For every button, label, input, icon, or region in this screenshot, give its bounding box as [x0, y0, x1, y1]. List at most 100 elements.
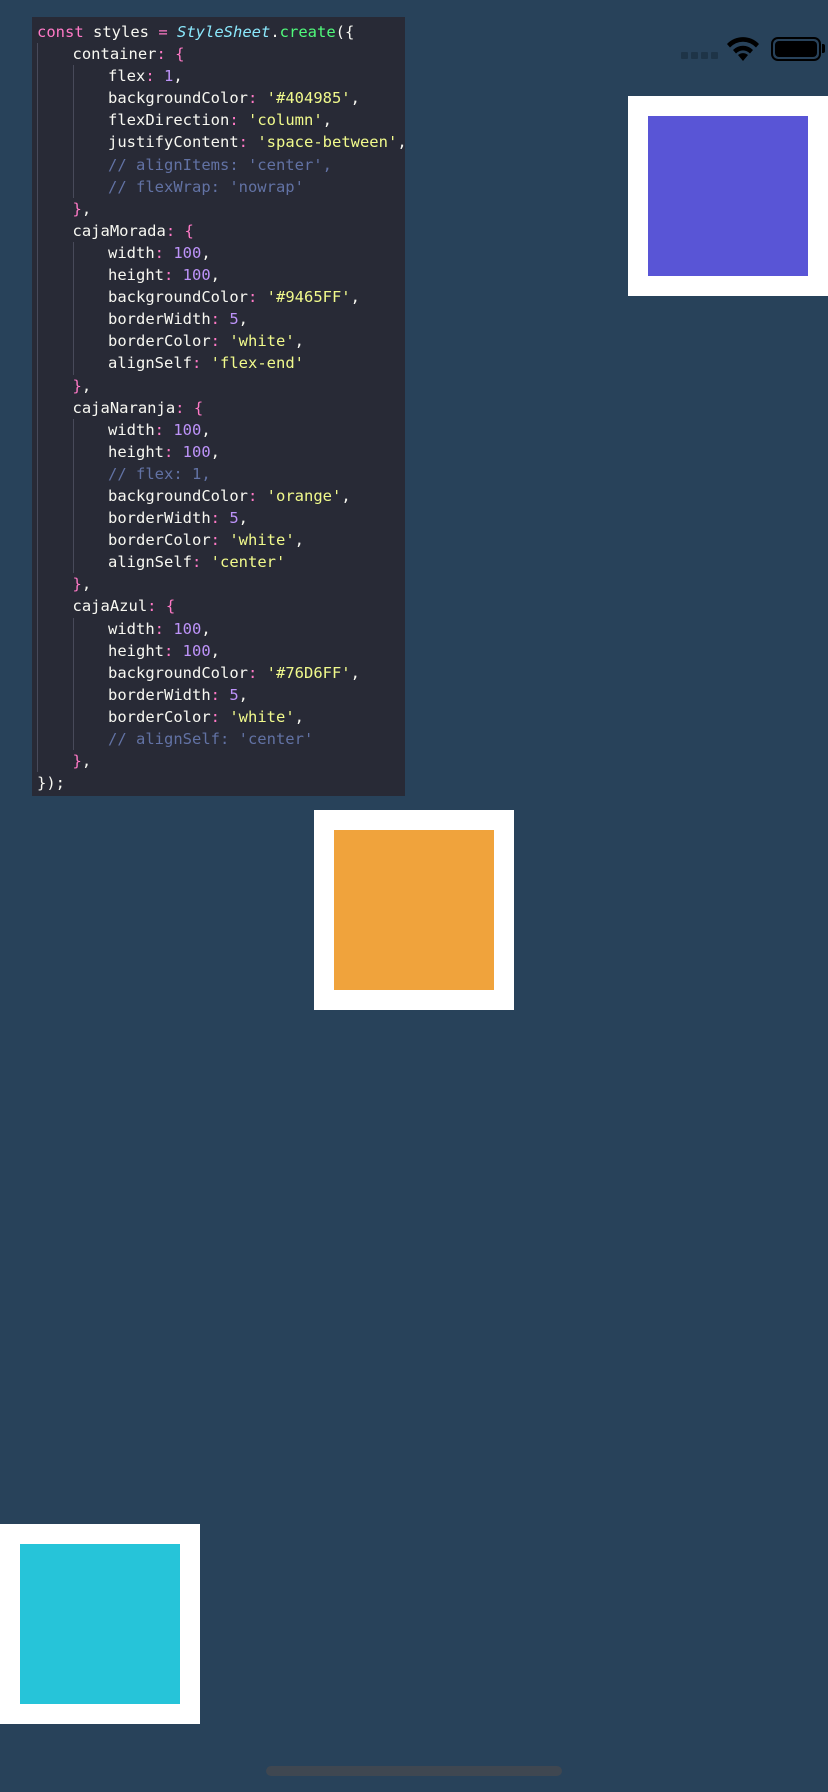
code-token: borderColor — [108, 531, 211, 550]
code-token: backgroundColor — [108, 288, 248, 307]
indent-guide — [72, 131, 74, 154]
code-token: create — [279, 23, 336, 41]
code-token: , — [201, 420, 211, 439]
code-token: : — [247, 663, 267, 682]
code-token: height — [108, 266, 164, 285]
code-token: flexDirection — [108, 111, 230, 130]
code-token: , — [350, 663, 360, 682]
code-token: } — [72, 575, 82, 594]
code-line: backgroundColor: '#9465FF', — [37, 286, 405, 309]
indent-guide — [37, 595, 38, 618]
code-line: flex: 1, — [37, 65, 405, 88]
indent-guide — [72, 440, 74, 463]
indent-guide — [37, 661, 38, 684]
code-token: , — [81, 376, 92, 395]
code-token: 100 — [182, 266, 211, 285]
indent-guide — [37, 286, 38, 309]
code-token: , — [350, 89, 360, 108]
code-token: : — [154, 619, 174, 638]
code-token: , — [81, 199, 92, 218]
code-token: cajaAzul — [72, 597, 148, 616]
code-token: 100 — [173, 619, 202, 638]
cellular-signal-icon — [681, 52, 718, 59]
code-token: cajaMorada — [72, 221, 166, 240]
code-token: borderColor — [108, 707, 211, 726]
indent-guide — [72, 705, 74, 728]
code-token: // flexWrap: 'nowrap' — [108, 177, 304, 196]
code-token: } — [72, 199, 82, 218]
code-token: width — [108, 243, 155, 262]
code-token: styles — [93, 23, 159, 41]
code-line: width: 100, — [37, 617, 405, 640]
code-token: 'white' — [229, 531, 295, 550]
code-token: width — [108, 420, 155, 439]
code-token: . — [270, 23, 280, 41]
code-token: 5 — [229, 509, 239, 528]
code-token: '#76D6FF' — [266, 663, 351, 682]
caja-morada-fill — [648, 116, 808, 276]
code-token: : — [247, 288, 267, 307]
indent-guide — [72, 286, 74, 309]
battery-level — [775, 41, 817, 57]
code-line: }, — [37, 750, 405, 773]
code-token: 100 — [182, 442, 211, 461]
indent-guide — [37, 219, 38, 242]
code-token: container — [72, 45, 157, 64]
code-token: 1 — [164, 67, 174, 86]
code-line: height: 100, — [37, 639, 405, 662]
code-token: 'white' — [229, 707, 295, 726]
code-token: borderWidth — [108, 509, 211, 528]
code-token: backgroundColor — [108, 663, 248, 682]
code-token: 5 — [229, 310, 239, 329]
code-token: , — [81, 575, 92, 594]
code-token: : — [210, 509, 230, 528]
code-line: backgroundColor: 'orange', — [37, 484, 405, 508]
code-line: height: 100, — [37, 264, 405, 287]
indent-guide — [72, 330, 74, 353]
code-line: alignSelf: 'center' — [37, 551, 405, 574]
code-line: }, — [37, 197, 405, 220]
indent-guide — [37, 639, 38, 662]
indent-guide — [37, 462, 38, 485]
code-line: justifyContent: 'space-between', — [37, 131, 407, 154]
code-token: // flex: 1, — [108, 464, 211, 483]
indent-guide — [37, 551, 38, 574]
code-token: height — [108, 442, 164, 461]
indent-guide — [72, 352, 74, 375]
code-token: cajaNaranja — [72, 398, 176, 417]
code-token: : — [192, 553, 211, 572]
code-token: : — [247, 486, 267, 505]
code-token: : — [147, 597, 166, 616]
code-line: borderColor: 'white', — [37, 330, 405, 353]
code-token: , — [294, 531, 304, 550]
code-token: 'orange' — [266, 486, 342, 505]
indent-guide — [72, 728, 74, 751]
indent-guide — [37, 396, 38, 419]
code-token: borderWidth — [108, 685, 211, 704]
code-token: 'center' — [210, 553, 286, 572]
home-indicator — [266, 1766, 562, 1776]
indent-guide — [72, 109, 74, 132]
caja-naranja-fill — [334, 830, 494, 990]
code-line: borderColor: 'white', — [37, 529, 405, 552]
indent-guide — [37, 131, 38, 154]
indent-guide — [72, 617, 74, 640]
indent-guide — [37, 330, 38, 353]
code-token: , — [238, 685, 249, 704]
code-token: borderColor — [108, 332, 211, 351]
code-token: 100 — [173, 243, 202, 262]
code-line: borderWidth: 5, — [37, 308, 405, 331]
indent-guide — [72, 661, 74, 684]
code-token: , — [350, 288, 360, 307]
code-token: : — [210, 332, 230, 351]
code-token: : — [164, 641, 183, 660]
code-token: height — [108, 641, 164, 660]
indent-guide — [37, 264, 38, 287]
code-token: '#9465FF' — [266, 288, 351, 307]
code-token: : — [165, 221, 185, 240]
code-line: // alignSelf: 'center' — [37, 728, 405, 751]
code-token: StyleSheet — [177, 23, 271, 41]
code-token: : — [192, 354, 211, 373]
code-token: , — [238, 310, 249, 329]
code-token: , — [201, 243, 211, 262]
